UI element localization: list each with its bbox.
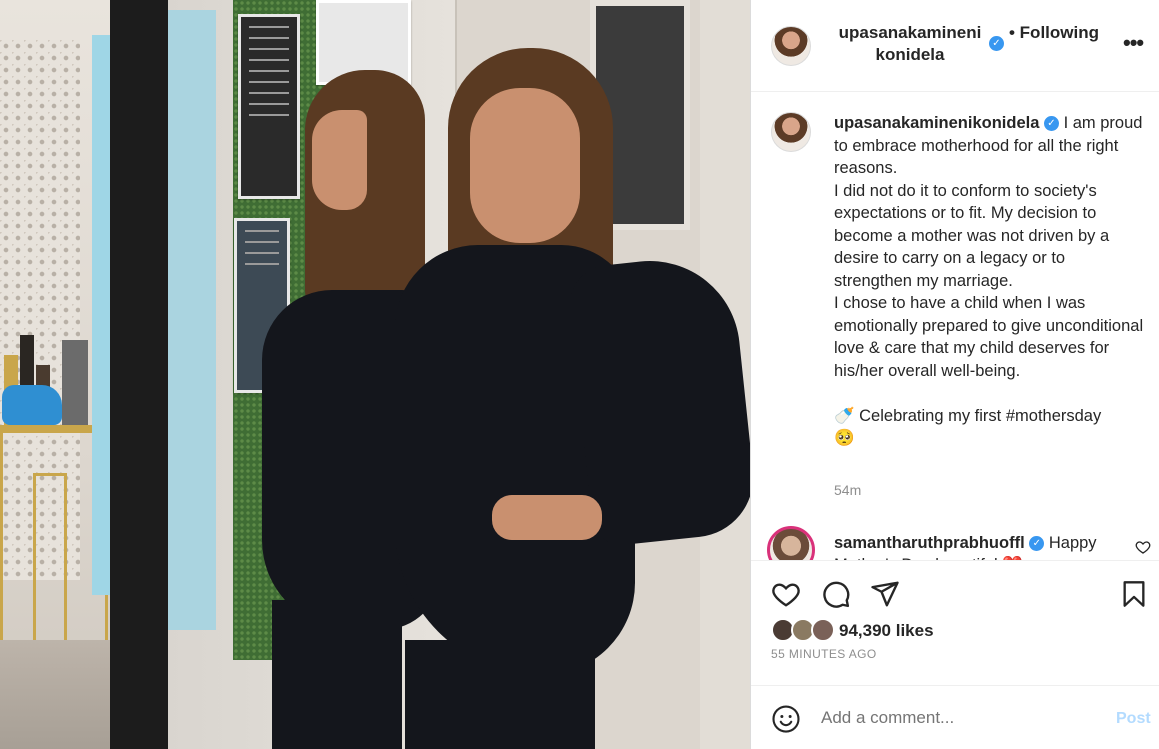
- verified-badge-icon: ✓: [989, 36, 1004, 51]
- add-comment-input[interactable]: [821, 708, 1101, 728]
- author-username[interactable]: upasanakaminenikonidela: [835, 22, 985, 66]
- save-bookmark-icon[interactable]: [1120, 579, 1148, 609]
- commenter-username[interactable]: samantharuthprabhuoffl: [834, 534, 1025, 552]
- mirror-frame: [110, 0, 168, 749]
- post-photo[interactable]: [0, 0, 750, 749]
- likes-count[interactable]: 94,390 likes: [839, 621, 934, 641]
- verified-badge-icon: ✓: [1044, 116, 1059, 132]
- post-header: upasanakaminenikonidela ✓ • Following ••…: [751, 0, 1159, 92]
- post-side-panel: upasanakaminenikonidela ✓ • Following ••…: [750, 0, 1159, 749]
- reflection-face: [312, 110, 367, 210]
- caption-timestamp[interactable]: 54m: [834, 482, 861, 498]
- wall-poster-top: [238, 14, 300, 199]
- more-horizontal-icon[interactable]: •••: [1123, 30, 1144, 56]
- post-timestamp[interactable]: 55 MINUTES AGO: [771, 647, 877, 661]
- comment-text: samantharuthprabhuoffl ✓ Happy Mother's …: [834, 532, 1134, 560]
- subject-face: [470, 88, 580, 243]
- caption-avatar[interactable]: [771, 112, 811, 152]
- reflection-legs: [272, 600, 402, 749]
- like-heart-icon[interactable]: [771, 579, 801, 609]
- author-avatar[interactable]: [771, 26, 811, 66]
- post-caption: upasanakaminenikonidela ✓ I am proud to …: [751, 92, 1159, 522]
- liker-avatar: [811, 618, 835, 642]
- caption-text: upasanakaminenikonidela ✓ I am proud to …: [834, 112, 1144, 450]
- blue-ornament: [2, 385, 62, 425]
- post-comment-button[interactable]: Post: [1116, 710, 1151, 728]
- post-actions: 94,390 likes 55 MINUTES AGO: [751, 560, 1159, 685]
- mirror-reflection-blue: [168, 10, 216, 630]
- subject-hand: [492, 495, 602, 540]
- caption-body: I am proud to embrace motherhood for all…: [834, 114, 1144, 447]
- comment-like-heart-icon[interactable]: [1135, 539, 1151, 555]
- commenter-avatar[interactable]: [767, 526, 815, 560]
- comment-row: samantharuthprabhuoffl ✓ Happy Mother's …: [751, 522, 1159, 560]
- caption-username[interactable]: upasanakaminenikonidela: [834, 114, 1039, 132]
- share-paper-plane-icon[interactable]: [870, 579, 900, 609]
- verified-badge-icon: ✓: [1029, 536, 1045, 552]
- add-comment-bar: Post: [751, 685, 1159, 749]
- following-button[interactable]: • Following: [1009, 23, 1099, 43]
- emoji-smiley-icon[interactable]: [771, 704, 801, 734]
- comment-bubble-icon[interactable]: [821, 579, 851, 609]
- subject-legs: [405, 640, 595, 749]
